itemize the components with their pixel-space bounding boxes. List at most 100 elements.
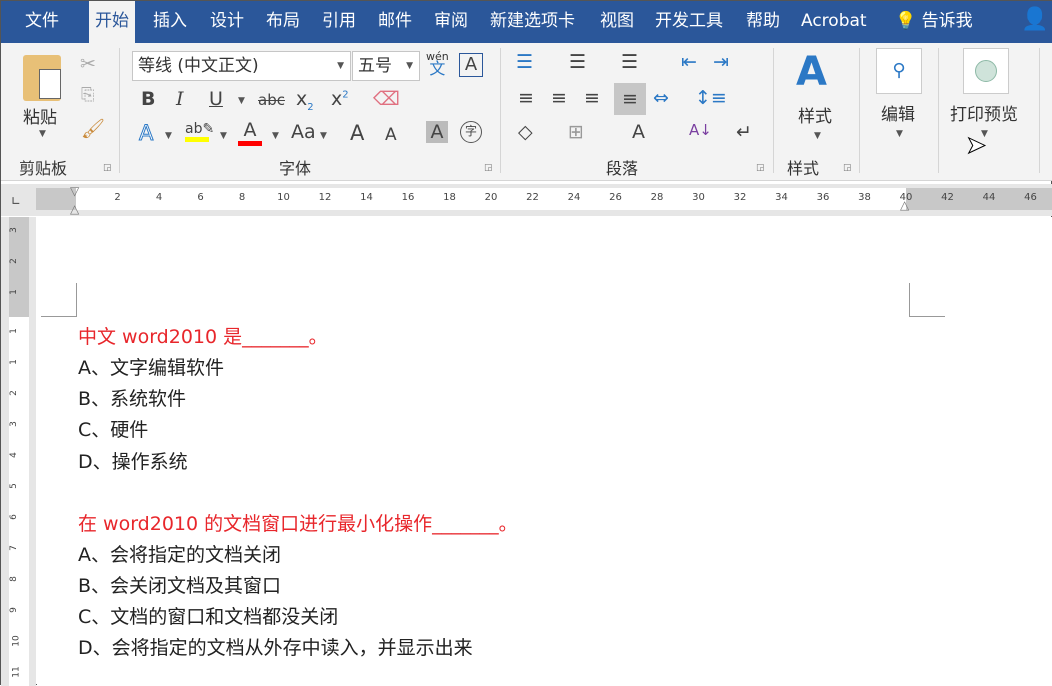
question-text: 中文 word2010 是_______。 (78, 326, 328, 348)
ribbon: 粘贴 ▼ ✂ ⎘ 🖌 剪贴板 ◲ 等线 (中文正文) ▼ 五号 ▼ wén 文 A B… (1, 43, 1052, 181)
ruler-label: 7 (8, 545, 19, 551)
subscript-button[interactable]: x2 (296, 88, 314, 113)
decrease-indent-icon[interactable]: ⇤ (681, 51, 697, 73)
tab-review[interactable]: 审阅 (428, 1, 474, 43)
underline-button[interactable]: U (209, 88, 223, 110)
vertical-ruler[interactable]: 3 2 1 1 1 2 3 4 5 6 7 8 9 10 11 (1, 217, 36, 686)
paste-dropdown-icon[interactable]: ▼ (39, 129, 46, 139)
strikethrough-button[interactable]: abc (258, 91, 285, 109)
numbering-icon[interactable]: ☰ (569, 51, 586, 73)
tab-help[interactable]: 帮助 (740, 1, 786, 43)
tab-view[interactable]: 视图 (594, 1, 640, 43)
ruler-label: 16 (401, 192, 415, 203)
grow-font-button[interactable]: A (350, 121, 364, 145)
tab-acrobat[interactable]: Acrobat (795, 1, 873, 43)
ruler-label: 22 (526, 192, 539, 203)
clipboard-group-label: 剪贴板 (19, 159, 68, 178)
print-preview-icon[interactable] (963, 48, 1009, 94)
styles-launcher-icon[interactable]: ◲ (843, 163, 852, 173)
tab-references[interactable]: 引用 (316, 1, 362, 43)
font-name-select[interactable]: 等线 (中文正文) ▼ (132, 51, 351, 81)
editing-button[interactable]: 编辑 (881, 100, 915, 125)
align-center-icon[interactable]: ≡ (551, 87, 567, 109)
clipboard-launcher-icon[interactable]: ◲ (103, 163, 112, 173)
ruler-label: 38 (858, 192, 871, 203)
borders-icon[interactable]: ⊞ (568, 121, 584, 143)
ruler-label: 6 (197, 192, 204, 203)
ruler-label: 14 (360, 192, 373, 203)
lightbulb-icon: 💡 (895, 11, 917, 31)
justify-icon[interactable]: ≡ (614, 83, 646, 115)
multilevel-list-icon[interactable]: ☰ (621, 51, 638, 73)
tab-insert[interactable]: 插入 (147, 1, 193, 43)
ruler-label: 24 (567, 192, 581, 203)
share-user-icon[interactable]: 👤 (1021, 7, 1048, 32)
ruler-label: 6 (8, 514, 19, 520)
font-launcher-icon[interactable]: ◲ (484, 163, 493, 173)
right-indent-marker[interactable]: △ (900, 198, 909, 212)
underline-dropdown-icon[interactable]: ▼ (238, 96, 245, 106)
tab-developer[interactable]: 开发工具 (649, 1, 729, 43)
ruler-label: 1 (8, 328, 19, 334)
tab-design[interactable]: 设计 (204, 1, 250, 43)
cut-icon[interactable]: ✂ (80, 53, 96, 75)
text-effects-button[interactable]: A (138, 121, 153, 146)
paste-clipboard-icon[interactable] (23, 55, 61, 101)
character-border-button[interactable]: A (459, 53, 483, 77)
increase-indent-icon[interactable]: ⇥ (713, 51, 729, 73)
highlight-button[interactable]: ab✎ (185, 121, 214, 142)
ruler-label: 30 (692, 192, 705, 203)
font-size-select[interactable]: 五号 ▼ (352, 51, 420, 81)
horizontal-ruler[interactable]: ∟ 2 4 6 8 10 12 14 16 18 20 22 24 26 28 30 32 34 36 38 40 42… (1, 184, 1052, 216)
highlight-color-bar (185, 137, 209, 142)
shading-icon[interactable]: ◇ (518, 121, 533, 143)
font-color-button[interactable]: A (238, 119, 262, 146)
ruler-label: 46 (1024, 192, 1037, 203)
tab-home[interactable]: 开始 (89, 1, 135, 43)
document-page[interactable]: 中文 word2010 是_______。 A、文字编辑软件 B、系统软件 C、硬件 D… (37, 217, 1052, 686)
bullets-icon[interactable]: ☰ (516, 51, 533, 73)
show-marks-icon[interactable]: ↵ (736, 121, 752, 143)
tell-me[interactable]: 💡 告诉我 (889, 1, 979, 43)
phonetic-guide-button[interactable]: wén 文 (426, 51, 449, 77)
ruler-label: 18 (443, 192, 456, 203)
bold-button[interactable]: B (141, 88, 155, 110)
align-right-icon[interactable]: ≡ (584, 87, 600, 109)
tab-file[interactable]: 文件 (19, 1, 65, 43)
first-line-indent-marker[interactable]: ▽ (70, 184, 79, 198)
tab-selector-icon[interactable]: ∟ (11, 194, 21, 208)
sort-icon[interactable]: A↓ (689, 121, 712, 139)
styles-icon[interactable]: A (796, 49, 827, 95)
clear-formatting-icon[interactable]: ⌫ (373, 88, 400, 110)
search-icon[interactable]: ⚲ (876, 48, 922, 94)
distributed-icon[interactable]: ⇔ (653, 87, 669, 109)
align-left-icon[interactable]: ≡ (518, 87, 534, 109)
format-painter-icon[interactable]: 🖌 (81, 117, 105, 140)
line-spacing-icon[interactable]: ↕≡ (695, 87, 727, 109)
styles-button[interactable]: 样式 (798, 102, 832, 127)
copy-icon[interactable]: ⎘ (81, 85, 95, 105)
ruler-label: 8 (238, 192, 246, 203)
paragraph-launcher-icon[interactable]: ◲ (756, 163, 765, 173)
tab-layout[interactable]: 布局 (260, 1, 306, 43)
change-case-button[interactable]: Aa (291, 121, 316, 143)
shrink-font-button[interactable]: A (385, 125, 397, 145)
asian-layout-icon[interactable]: A (632, 121, 645, 143)
ruler-label: 36 (816, 192, 830, 203)
character-shading-button[interactable]: A (426, 121, 448, 143)
option-text: C、文档的窗口和文档都没关闭 (78, 606, 339, 628)
ruler-label: 26 (609, 192, 622, 203)
paste-button[interactable]: 粘贴 (23, 103, 57, 128)
print-preview-button[interactable]: 打印预览 (950, 100, 1018, 125)
italic-button[interactable]: I (176, 88, 184, 110)
ruler-label: 4 (155, 192, 163, 203)
tell-me-label: 告诉我 (921, 11, 973, 31)
font-name-value: 等线 (中文正文) (138, 56, 259, 76)
option-text: A、文字编辑软件 (78, 357, 224, 379)
tab-new[interactable]: 新建选项卡 (484, 1, 581, 43)
enclose-characters-button[interactable]: 字 (460, 121, 482, 143)
font-group-label: 字体 (279, 159, 312, 178)
left-indent-marker[interactable]: △ (70, 202, 79, 216)
superscript-button[interactable]: x2 (331, 88, 349, 110)
tab-mailings[interactable]: 邮件 (372, 1, 418, 43)
